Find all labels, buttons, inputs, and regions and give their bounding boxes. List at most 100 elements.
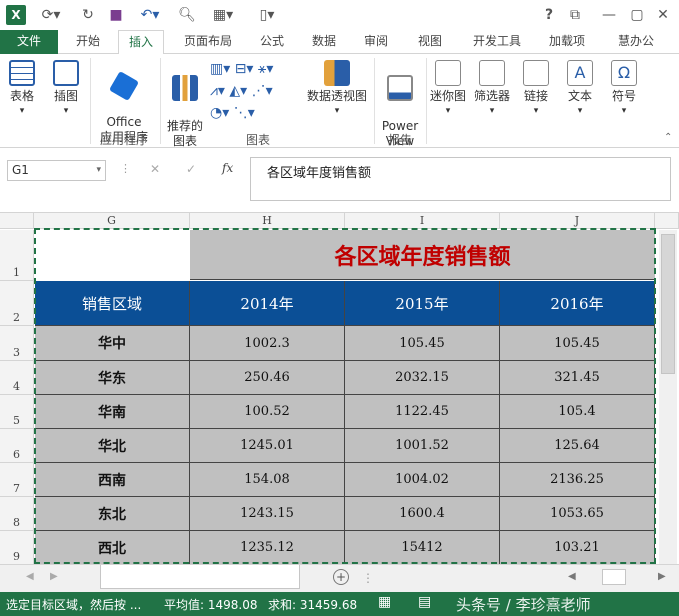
tab-huibangong[interactable]: 慧办公 — [604, 30, 668, 54]
table-header-cell[interactable]: 2014年 — [190, 281, 345, 326]
column-header-i[interactable]: I — [345, 213, 500, 229]
tab-addins[interactable]: 加载项 — [540, 30, 594, 54]
region-cell[interactable]: 东北 — [35, 497, 190, 531]
table-button[interactable]: 表格 ▾ — [4, 60, 40, 119]
minimize-icon[interactable]: — — [600, 5, 618, 25]
sync-icon[interactable]: ↻ — [77, 5, 99, 25]
recommended-charts-button[interactable]: 推荐的 图表 — [164, 60, 206, 149]
scroll-left-icon[interactable]: ◀ — [568, 571, 576, 582]
tab-developer[interactable]: 开发工具 — [464, 30, 530, 54]
sales-value-cell[interactable]: 1235.12 — [190, 531, 345, 565]
sales-value-cell[interactable]: 1053.65 — [500, 497, 655, 531]
tab-insert[interactable]: 插入 — [118, 30, 164, 55]
help-button[interactable]: ? — [541, 5, 557, 25]
scrollbar-thumb[interactable] — [661, 234, 675, 374]
chart-types-gallery[interactable]: ▥▾ ⊟▾ ⚹▾ ⩘▾ ◭▾ ⋰▾ ◔▾ ⋱▾ — [210, 58, 302, 128]
sales-value-cell[interactable]: 100.52 — [190, 395, 345, 429]
column-header-g[interactable]: G — [34, 213, 190, 229]
active-sheet-tab[interactable] — [100, 565, 300, 589]
region-cell[interactable]: 西南 — [35, 463, 190, 497]
links-button[interactable]: 链接 ▾ — [516, 60, 556, 119]
row-header[interactable]: 9 — [0, 531, 34, 565]
sales-value-cell[interactable]: 1002.3 — [190, 326, 345, 361]
sales-value-cell[interactable]: 1243.15 — [190, 497, 345, 531]
sales-value-cell[interactable]: 105.45 — [500, 326, 655, 361]
region-cell[interactable]: 华东 — [35, 361, 190, 395]
ribbon-display-icon[interactable]: ⧉ — [566, 5, 584, 25]
tab-review[interactable]: 审阅 — [356, 30, 396, 54]
save-icon[interactable]: ■ — [105, 5, 127, 25]
sales-value-cell[interactable]: 1001.52 — [345, 429, 500, 463]
sales-value-cell[interactable]: 2032.15 — [345, 361, 500, 395]
sales-value-cell[interactable]: 125.64 — [500, 429, 655, 463]
table-header-cell[interactable]: 销售区域 — [35, 281, 190, 326]
sales-value-cell[interactable]: 15412 — [345, 531, 500, 565]
select-all-corner[interactable] — [0, 213, 34, 229]
page-layout-view-icon[interactable]: ▤ — [418, 594, 431, 610]
illustrations-button[interactable]: 插图 ▾ — [48, 60, 84, 119]
sales-value-cell[interactable]: 2136.25 — [500, 463, 655, 497]
undo-icon[interactable]: ↶▾ — [134, 5, 166, 25]
refresh-icon[interactable]: ⟳▾ — [36, 5, 66, 25]
cell-g1[interactable] — [35, 230, 190, 281]
sales-value-cell[interactable]: 1245.01 — [190, 429, 345, 463]
tab-view[interactable]: 视图 — [408, 30, 452, 54]
more-controls-icon[interactable]: ▦▾ — [205, 5, 241, 25]
formula-input[interactable]: 各区域年度销售额 — [250, 157, 671, 201]
column-header-h[interactable]: H — [190, 213, 345, 229]
next-sheet-icon[interactable]: ▶ — [50, 571, 58, 582]
new-document-icon[interactable]: ▯▾ — [252, 5, 282, 25]
column-header-j[interactable]: J — [500, 213, 655, 229]
sales-value-cell[interactable]: 1600.4 — [345, 497, 500, 531]
add-sheet-icon[interactable]: + — [333, 569, 349, 585]
print-preview-icon[interactable]: 🔍︎ — [176, 5, 198, 25]
region-cell[interactable]: 华北 — [35, 429, 190, 463]
chevron-down-icon[interactable]: ▾ — [96, 161, 101, 180]
vertical-scrollbar[interactable] — [659, 230, 677, 564]
text-button[interactable]: A 文本 ▾ — [560, 60, 600, 119]
collapse-ribbon-icon[interactable]: ⌃ — [664, 132, 672, 143]
region-cell[interactable]: 华南 — [35, 395, 190, 429]
table-title-cell[interactable]: 各区域年度销售额 — [190, 230, 655, 280]
sales-value-cell[interactable]: 321.45 — [500, 361, 655, 395]
tab-formulas[interactable]: 公式 — [252, 30, 292, 54]
pie-chart-icon[interactable]: ◔▾ ⋱▾ — [210, 102, 302, 124]
table-header-cell[interactable]: 2015年 — [345, 281, 500, 326]
tab-data[interactable]: 数据 — [304, 30, 344, 54]
symbols-button[interactable]: Ω 符号 ▾ — [604, 60, 644, 119]
normal-view-icon[interactable]: ▦ — [378, 594, 391, 610]
row-header[interactable]: 7 — [0, 463, 34, 497]
tab-file[interactable]: 文件 — [0, 30, 58, 54]
table-header-cell[interactable]: 2016年 — [500, 281, 655, 326]
sales-value-cell[interactable]: 103.21 — [500, 531, 655, 565]
sales-value-cell[interactable]: 1004.02 — [345, 463, 500, 497]
sales-value-cell[interactable]: 105.4 — [500, 395, 655, 429]
row-header[interactable]: 3 — [0, 326, 34, 361]
pivot-chart-button[interactable]: 数据透视图 ▾ — [304, 60, 370, 119]
sales-value-cell[interactable]: 1122.45 — [345, 395, 500, 429]
fx-icon[interactable]: fx — [222, 161, 233, 175]
sales-value-cell[interactable]: 250.46 — [190, 361, 345, 395]
row-header[interactable]: 8 — [0, 497, 34, 531]
sparklines-button[interactable]: 迷你图 ▾ — [428, 60, 468, 119]
row-header[interactable]: 6 — [0, 429, 34, 463]
row-header[interactable]: 1 — [0, 230, 34, 281]
column-chart-icon[interactable]: ▥▾ ⊟▾ ⚹▾ — [210, 58, 302, 80]
horizontal-scroll-thumb[interactable] — [602, 569, 626, 585]
row-header[interactable]: 4 — [0, 361, 34, 395]
prev-sheet-icon[interactable]: ◀ — [26, 571, 34, 582]
tab-page-layout[interactable]: 页面布局 — [176, 30, 240, 54]
region-cell[interactable]: 西北 — [35, 531, 190, 565]
name-box[interactable]: G1 ▾ — [7, 160, 106, 181]
sales-value-cell[interactable]: 154.08 — [190, 463, 345, 497]
tab-home[interactable]: 开始 — [66, 30, 110, 54]
filter-button[interactable]: 筛选器 ▾ — [472, 60, 512, 119]
row-header[interactable]: 2 — [0, 281, 34, 326]
line-chart-icon[interactable]: ⩘▾ ◭▾ ⋰▾ — [210, 80, 302, 102]
row-header[interactable]: 5 — [0, 395, 34, 429]
close-icon[interactable]: ✕ — [654, 5, 672, 25]
region-cell[interactable]: 华中 — [35, 326, 190, 361]
cancel-icon[interactable]: ✕ — [150, 162, 160, 176]
sales-value-cell[interactable]: 105.45 — [345, 326, 500, 361]
scroll-right-icon[interactable]: ▶ — [658, 571, 666, 582]
